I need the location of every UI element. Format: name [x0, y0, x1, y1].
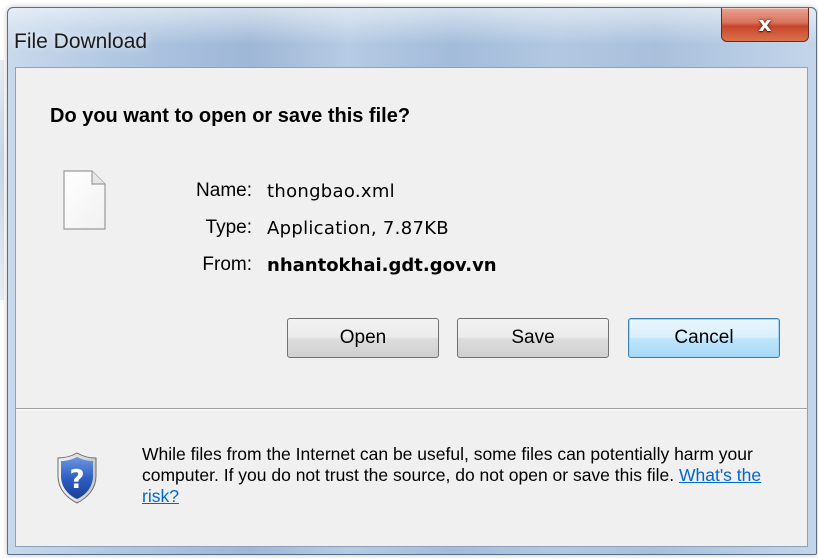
svg-text:?: ? — [69, 465, 84, 495]
open-button[interactable]: Open — [287, 318, 439, 358]
close-button[interactable]: x — [721, 8, 809, 42]
cancel-button[interactable]: Cancel — [628, 318, 780, 358]
dialog-content: Do you want to open or save this file? N… — [15, 67, 808, 547]
divider — [16, 408, 807, 410]
file-name-label: Name: — [196, 180, 252, 201]
security-warning: While files from the Internet can be use… — [142, 444, 802, 507]
background-window-edge — [0, 60, 4, 300]
security-warning-text: While files from the Internet can be use… — [142, 444, 753, 485]
file-from-value: nhantokhai.gdt.gov.vn — [267, 255, 497, 276]
shield-question-icon: ? — [57, 452, 97, 504]
file-name-value: thongbao.xml — [267, 181, 395, 202]
dialog-question: Do you want to open or save this file? — [50, 105, 411, 127]
blank-file-icon — [63, 170, 106, 230]
file-type-value: Application, 7.87KB — [267, 218, 449, 239]
window-title: File Download — [14, 30, 148, 53]
file-from-label: From: — [202, 254, 252, 275]
file-download-dialog: File Download x Do you want to open or s… — [7, 7, 817, 555]
file-type-label: Type: — [205, 217, 252, 238]
close-icon: x — [758, 12, 772, 36]
title-bar[interactable]: File Download — [8, 8, 816, 68]
save-button[interactable]: Save — [457, 318, 609, 358]
